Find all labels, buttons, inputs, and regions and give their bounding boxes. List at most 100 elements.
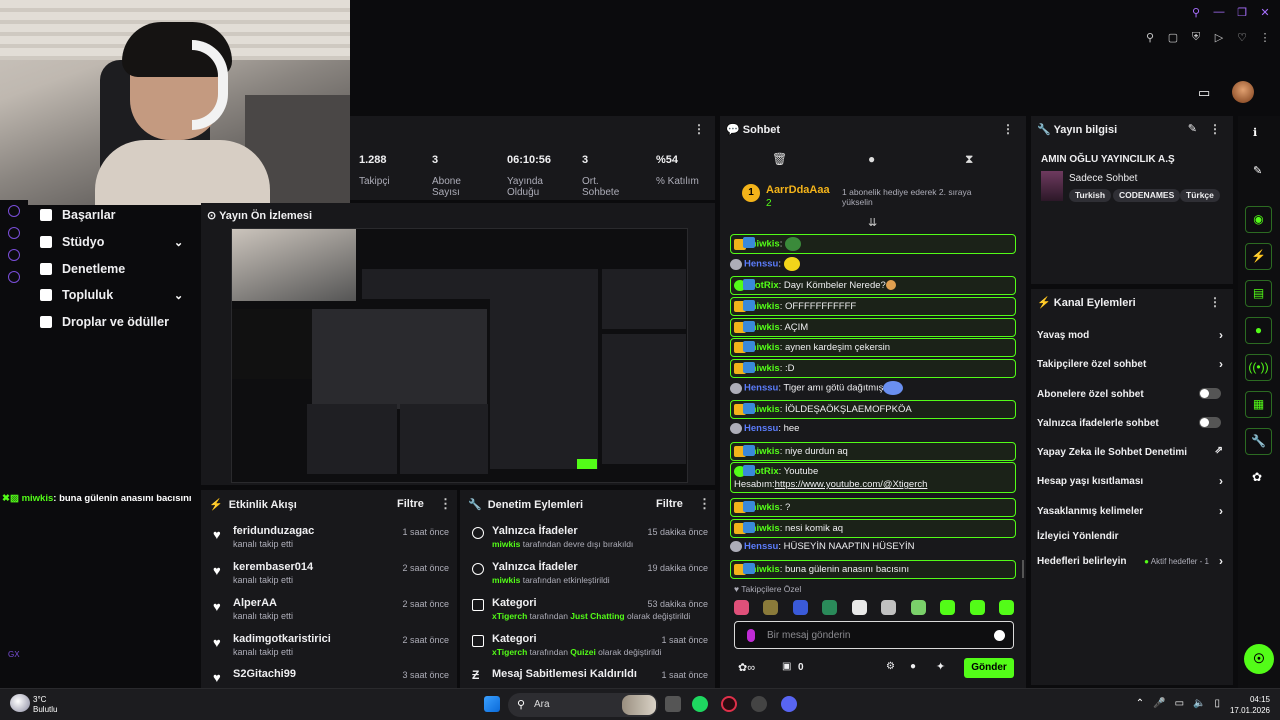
actions-menu-icon[interactable]: ⋮: [1209, 295, 1221, 309]
emote[interactable]: [851, 600, 867, 615]
gift-icon[interactable]: ✦: [936, 660, 945, 673]
layout-icon[interactable]: ▦: [1245, 391, 1272, 418]
pin-icon[interactable]: ⚲: [1143, 31, 1157, 44]
youtube-link[interactable]: https://www.youtube.com/@Xtigerch: [775, 479, 928, 490]
wrench-icon[interactable]: 🔧: [1245, 428, 1272, 455]
edit-icon[interactable]: ✎: [1188, 122, 1197, 135]
activity-menu-icon[interactable]: ⋮: [439, 496, 452, 512]
emote-icon: [472, 563, 484, 575]
rail-icon[interactable]: [8, 227, 20, 239]
preview-title: ⊙ Yayın Ön İzlemesi: [207, 210, 313, 222]
stats-menu-icon[interactable]: ⋮: [693, 122, 705, 136]
heart-icon[interactable]: ♡: [1235, 31, 1249, 44]
emote[interactable]: [969, 600, 985, 615]
emote[interactable]: [734, 600, 749, 615]
emote[interactable]: [940, 600, 956, 615]
emote-only-item[interactable]: Yalnızca ifadelerle sohbet: [1037, 417, 1227, 429]
start-icon[interactable]: [484, 696, 500, 712]
volume-icon[interactable]: 🔈: [1193, 698, 1205, 709]
chevron-up-icon[interactable]: ⌃: [1136, 698, 1144, 709]
emote[interactable]: [910, 600, 926, 615]
scroll-down-icon[interactable]: ⇊: [868, 216, 877, 229]
stat-engagement: %54% Katılım: [656, 154, 699, 187]
emote[interactable]: [792, 600, 808, 615]
record-icon[interactable]: ◉: [1245, 206, 1272, 233]
sidebar-item-drops[interactable]: Droplar ve ödüller: [40, 315, 169, 329]
settings-icon[interactable]: ⚙: [886, 661, 895, 672]
raid-item[interactable]: İzleyici Yönlendir: [1037, 531, 1227, 542]
sidebar-item-community[interactable]: Topluluk ⌄: [40, 288, 200, 302]
minimize-icon[interactable]: —: [1212, 5, 1226, 19]
info-icon[interactable]: ℹ: [1253, 126, 1257, 139]
info-menu-icon[interactable]: ⋮: [1209, 122, 1221, 136]
battery-icon[interactable]: ▯: [1214, 698, 1220, 709]
activity-filter-button[interactable]: Filtre: [397, 498, 424, 510]
app-icon[interactable]: [751, 696, 767, 712]
scrollbar[interactable]: [1022, 560, 1024, 578]
chat-menu-icon[interactable]: ⋮: [1002, 122, 1014, 136]
mic-icon[interactable]: [747, 629, 755, 642]
ai-moderation-item[interactable]: Yapay Zeka ile Sohbet Denetimi ⇗: [1037, 445, 1227, 458]
emote[interactable]: [881, 600, 897, 615]
broadcast-icon[interactable]: ((•)): [1245, 354, 1272, 381]
emoji-icon[interactable]: [994, 630, 1005, 641]
chat-input[interactable]: Bir mesaj gönderin: [734, 621, 1014, 649]
toggle[interactable]: [1199, 417, 1221, 428]
capture-icon[interactable]: ▢: [1166, 31, 1180, 44]
moderation-filter-button[interactable]: Filtre: [656, 498, 683, 510]
trash-icon[interactable]: 🗑: [772, 152, 787, 166]
hourglass-icon[interactable]: ⧗: [965, 152, 973, 167]
lightning-icon[interactable]: ⚡: [1245, 243, 1272, 270]
edit-icon[interactable]: ✎: [1253, 164, 1262, 177]
toggle[interactable]: [1199, 388, 1221, 399]
rail-icon[interactable]: [8, 249, 20, 261]
discord-icon[interactable]: [781, 696, 797, 712]
network-icon[interactable]: ▭: [1175, 698, 1184, 709]
send-button[interactable]: Gönder: [964, 658, 1014, 678]
subscribers-only-item[interactable]: Abonelere özel sohbet: [1037, 388, 1227, 400]
task-view-icon[interactable]: [665, 696, 681, 712]
followers-only-item[interactable]: Takipçilere özel sohbet ›: [1037, 357, 1227, 371]
emote[interactable]: [763, 600, 779, 615]
moderation-menu-icon[interactable]: ⋮: [698, 496, 711, 512]
chat-bubble-icon[interactable]: ●: [868, 152, 875, 166]
trophy-icon: [40, 209, 52, 221]
mic-icon[interactable]: 🎤: [1153, 698, 1165, 709]
preview-video[interactable]: [231, 228, 688, 483]
vault-icon[interactable]: ▣: [782, 661, 791, 672]
spotify-icon[interactable]: [692, 696, 708, 712]
avatar[interactable]: [1232, 81, 1254, 103]
tag: Turkish: [1069, 189, 1112, 202]
monitor-icon[interactable]: ▭: [1198, 85, 1210, 101]
weather-widget[interactable]: 3°C Bulutlu: [33, 695, 57, 715]
chat-icon[interactable]: ●: [1245, 317, 1272, 344]
pinned-gifter[interactable]: 1 AarrDdaAaa 2 1 abonelik hediye ederek …: [734, 178, 1024, 216]
document-icon[interactable]: ▤: [1245, 280, 1272, 307]
heart-icon: ♥: [213, 527, 221, 542]
sidebar-item-achievements[interactable]: Başarılar: [40, 208, 116, 222]
emote[interactable]: [998, 600, 1014, 615]
goals-item[interactable]: Hedefleri belirleyin ● Aktif hedefler - 1…: [1037, 554, 1227, 568]
sidebar-item-moderation[interactable]: Denetleme: [40, 262, 125, 276]
community-icon[interactable]: ✿: [1252, 470, 1262, 484]
rail-icon[interactable]: [8, 271, 20, 283]
banned-words-item[interactable]: Yasaklanmış kelimeler ›: [1037, 504, 1227, 518]
search-icon[interactable]: ⚲: [1189, 5, 1203, 19]
clock[interactable]: 04:15 17.01.2026: [1230, 694, 1270, 716]
opera-gx-icon[interactable]: [721, 696, 737, 712]
menu-icon[interactable]: ⋮: [1258, 31, 1272, 44]
play-icon[interactable]: ▷: [1212, 31, 1226, 44]
account-age-item[interactable]: Hesap yaşı kısıtlaması ›: [1037, 474, 1227, 488]
taskbar-search[interactable]: ⚲ Ara: [508, 693, 658, 717]
close-icon[interactable]: ✕: [1258, 5, 1272, 19]
rail-icon[interactable]: [8, 205, 20, 217]
help-button[interactable]: ☉: [1244, 644, 1274, 674]
slow-mode-item[interactable]: Yavaş mod ›: [1037, 328, 1227, 342]
emote[interactable]: [822, 600, 838, 615]
weather-icon[interactable]: [10, 694, 30, 712]
sidebar-item-studio[interactable]: Stüdyo ⌄: [40, 235, 200, 249]
shield-icon[interactable]: ⛨: [1189, 31, 1203, 44]
chat-bubble-icon[interactable]: ●: [910, 661, 916, 672]
points-icon[interactable]: ✿∞: [738, 661, 755, 674]
restore-icon[interactable]: ❐: [1235, 5, 1249, 19]
